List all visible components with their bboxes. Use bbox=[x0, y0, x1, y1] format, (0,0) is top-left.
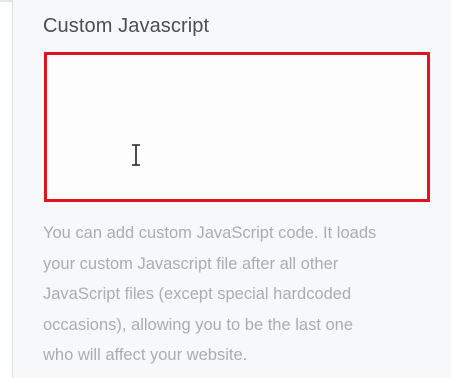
help-line: JavaScript files (except special hardcod… bbox=[43, 285, 352, 303]
help-line: your custom Javascript file after all ot… bbox=[43, 254, 339, 273]
custom-javascript-label: Custom Javascript bbox=[43, 15, 210, 37]
help-line: who will affect your website. bbox=[43, 346, 248, 364]
custom-javascript-panel: Custom Javascript You can add custom Jav… bbox=[12, 0, 451, 378]
help-line: You can add custom JavaScript code. It l… bbox=[43, 224, 377, 242]
custom-javascript-code-input[interactable] bbox=[44, 52, 430, 202]
custom-javascript-help-text: You can add custom JavaScript code. It l… bbox=[43, 218, 435, 371]
help-line: occasions), allowing you to be the last … bbox=[43, 315, 354, 334]
